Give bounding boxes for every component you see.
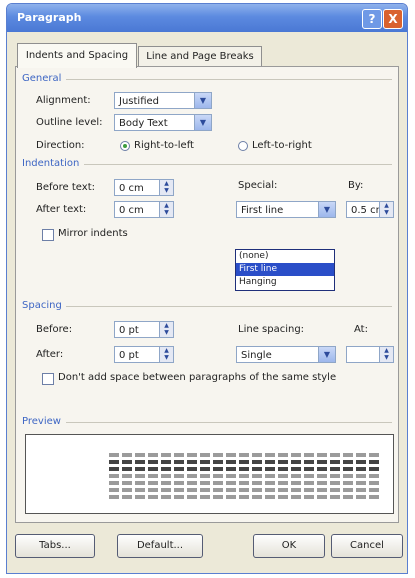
before-text-label: Before text: (36, 182, 95, 193)
spin-icon[interactable]: ▲ ▼ (159, 202, 173, 217)
cancel-button[interactable]: Cancel (331, 534, 403, 558)
paragraph-dialog: Paragraph ? X Indents and Spacing Line a… (6, 3, 408, 574)
preview-line (109, 495, 381, 499)
alignment-select[interactable]: Justified ▼ (114, 92, 212, 109)
chevron-down-icon[interactable]: ▼ (194, 115, 211, 130)
chevron-down-icon[interactable]: ▼ (318, 347, 335, 362)
dialog-title: Paragraph (17, 11, 82, 24)
outline-level-select[interactable]: Body Text ▼ (114, 114, 212, 131)
divider (84, 164, 392, 165)
line-spacing-value: Single (241, 350, 272, 361)
alignment-value: Justified (119, 96, 159, 107)
special-option-none[interactable]: (none) (236, 250, 334, 263)
spacing-before-input[interactable]: 0 pt ▲ ▼ (114, 321, 174, 338)
tabs-button[interactable]: Tabs... (15, 534, 95, 558)
preview-line (109, 453, 381, 457)
chevron-down-icon[interactable]: ▼ (194, 93, 211, 108)
special-option-first-line[interactable]: First line (236, 263, 334, 276)
chevron-down-icon[interactable]: ▼ (318, 202, 335, 217)
spacing-after-value: 0 pt (119, 350, 139, 361)
rtl-radio[interactable] (120, 141, 130, 151)
indentation-section-label: Indentation (22, 158, 80, 169)
preview-section-label: Preview (22, 416, 61, 427)
spin-icon[interactable]: ▲ ▼ (159, 347, 173, 362)
divider (66, 306, 392, 307)
preview-box (25, 434, 394, 514)
preview-line (109, 481, 381, 485)
by-label: By: (348, 180, 364, 191)
spin-icon[interactable]: ▲ ▼ (159, 322, 173, 337)
ltr-label: Left-to-right (252, 140, 312, 151)
tab-indents-and-spacing[interactable]: Indents and Spacing (17, 43, 137, 68)
divider (66, 79, 392, 80)
dont-add-space-label: Don't add space between paragraphs of th… (58, 372, 337, 383)
after-text-input[interactable]: 0 cm ▲ ▼ (114, 201, 174, 218)
tab-line-and-page-breaks[interactable]: Line and Page Breaks (138, 46, 262, 67)
spacing-before-value: 0 pt (119, 325, 139, 336)
close-icon[interactable]: X (383, 9, 403, 29)
ok-button[interactable]: OK (253, 534, 325, 558)
rtl-label: Right-to-left (134, 140, 194, 151)
default-button[interactable]: Default... (117, 534, 203, 558)
alignment-label: Alignment: (36, 95, 91, 106)
spacing-after-input[interactable]: 0 pt ▲ ▼ (114, 346, 174, 363)
spin-icon[interactable]: ▲ ▼ (159, 180, 173, 195)
title-bar: Paragraph ? X (7, 4, 407, 32)
help-icon[interactable]: ? (362, 9, 382, 29)
preview-line (109, 488, 381, 492)
dont-add-space-checkbox[interactable] (42, 373, 54, 385)
preview-line (109, 460, 381, 464)
preview-text (109, 453, 381, 503)
before-text-input[interactable]: 0 cm ▲ ▼ (114, 179, 174, 196)
outline-level-label: Outline level: (36, 117, 103, 128)
divider (66, 422, 392, 423)
at-label: At: (354, 324, 368, 335)
line-spacing-select[interactable]: Single ▼ (236, 346, 336, 363)
by-input[interactable]: 0.5 cm ▲ ▼ (346, 201, 394, 218)
after-text-label: After text: (36, 204, 87, 215)
special-dropdown-list: (none) First line Hanging (235, 249, 335, 291)
preview-line (109, 467, 381, 471)
special-label: Special: (238, 180, 278, 191)
ltr-radio[interactable] (238, 141, 248, 151)
spacing-before-label: Before: (36, 324, 73, 335)
after-text-value: 0 cm (119, 205, 144, 216)
line-spacing-label: Line spacing: (238, 324, 305, 335)
special-value: First line (241, 205, 284, 216)
spin-icon[interactable]: ▲ ▼ (379, 347, 393, 362)
direction-label: Direction: (36, 140, 85, 151)
before-text-value: 0 cm (119, 183, 144, 194)
mirror-indents-checkbox[interactable] (42, 229, 54, 241)
mirror-indents-label: Mirror indents (58, 228, 128, 239)
special-option-hanging[interactable]: Hanging (236, 276, 334, 289)
special-select[interactable]: First line ▼ (236, 201, 336, 218)
at-input[interactable]: ▲ ▼ (346, 346, 394, 363)
spin-icon[interactable]: ▲ ▼ (379, 202, 393, 217)
spacing-section-label: Spacing (22, 300, 62, 311)
general-section-label: General (22, 73, 62, 84)
spacing-after-label: After: (36, 349, 64, 360)
outline-level-value: Body Text (119, 118, 168, 129)
preview-line (109, 474, 381, 478)
